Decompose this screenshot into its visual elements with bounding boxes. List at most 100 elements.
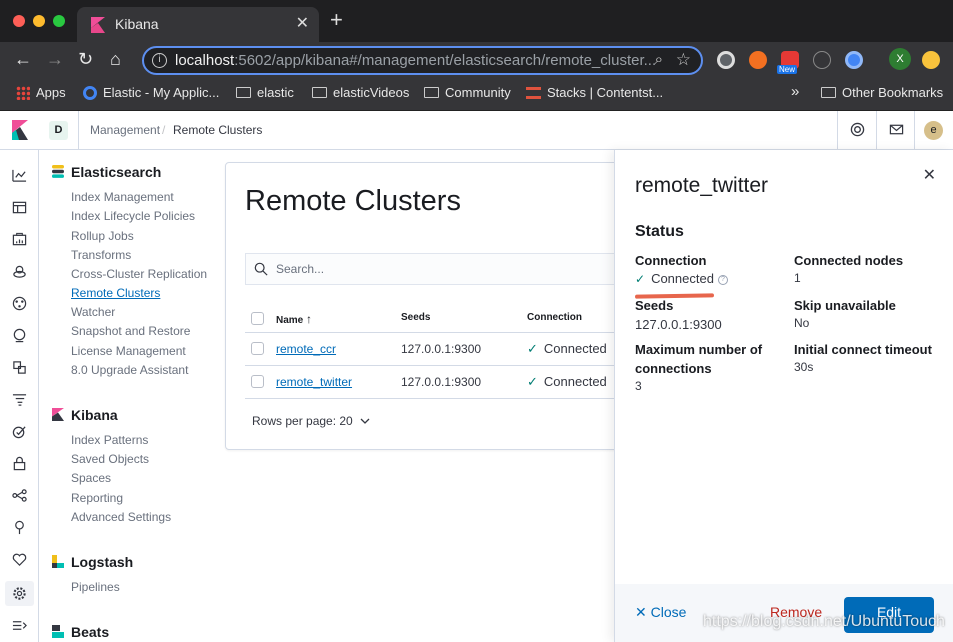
close-button[interactable]: ✕ Close: [635, 604, 686, 621]
extension-info-icon[interactable]: [813, 51, 831, 69]
nav-cross-cluster-replication[interactable]: Cross-Cluster Replication: [71, 267, 207, 281]
nav-upgrade-assistant[interactable]: 8.0 Upgrade Assistant: [71, 363, 188, 377]
forward-icon[interactable]: →: [46, 49, 64, 69]
back-icon[interactable]: ←: [14, 49, 32, 69]
space-selector[interactable]: D: [49, 121, 68, 140]
dashboard-icon[interactable]: [12, 232, 27, 247]
more-bookmarks-button[interactable]: »: [791, 83, 799, 100]
zoom-icon[interactable]: ⌕: [655, 51, 663, 68]
window-close-button[interactable]: [13, 15, 25, 27]
extension-blue-icon[interactable]: [845, 51, 863, 69]
select-all-checkbox[interactable]: [251, 312, 264, 325]
bookmark-other-bookmarks[interactable]: Other Bookmarks: [821, 85, 943, 100]
extension-orange-icon[interactable]: [749, 51, 767, 69]
bookmark-community[interactable]: Community: [424, 85, 511, 100]
canvas-icon[interactable]: [12, 264, 27, 279]
beats-logo-icon: [52, 625, 64, 638]
bookmark-elasticvideos[interactable]: elasticVideos: [312, 85, 409, 100]
tab-title: Kibana: [115, 16, 159, 32]
skip-unavailable-label: Skip unavailable: [794, 298, 896, 313]
stack-monitoring-icon[interactable]: [12, 552, 27, 567]
nav-index-patterns[interactable]: Index Patterns: [71, 433, 148, 447]
url-text[interactable]: localhost:5602/app/kibana#/management/el…: [175, 52, 656, 69]
status-heading: Status: [635, 223, 684, 240]
nav-saved-objects[interactable]: Saved Objects: [71, 452, 149, 466]
cluster-name-link[interactable]: remote_ccr: [276, 342, 336, 356]
user-avatar[interactable]: e: [924, 121, 943, 140]
newsfeed-button[interactable]: [876, 111, 915, 150]
rows-per-page-selector[interactable]: Rows per page: 20: [252, 414, 370, 428]
connect-timeout-value: 30s: [794, 360, 814, 374]
extension-yellow-icon[interactable]: [922, 51, 940, 69]
new-tab-button[interactable]: +: [330, 9, 343, 31]
infrastructure-icon[interactable]: [12, 360, 27, 375]
apm-icon[interactable]: [12, 424, 27, 439]
nav-index-management[interactable]: Index Management: [71, 190, 174, 204]
reload-icon[interactable]: ↻: [78, 49, 93, 69]
dev-tools-icon[interactable]: [12, 520, 27, 535]
profile-avatar-icon[interactable]: X: [889, 48, 911, 70]
window-maximize-button[interactable]: [53, 15, 65, 27]
uptime-icon[interactable]: [12, 488, 27, 503]
nav-spaces[interactable]: Spaces: [71, 471, 111, 485]
breadcrumb-management[interactable]: Management: [90, 123, 160, 137]
nav-license-management[interactable]: License Management: [71, 344, 186, 358]
address-bar[interactable]: i localhost:5602/app/kibana#/management/…: [142, 46, 703, 75]
nav-remote-clusters[interactable]: Remote Clusters: [71, 286, 160, 300]
search-input[interactable]: [276, 254, 616, 284]
lifebuoy-icon: [850, 122, 865, 137]
ml-icon[interactable]: [12, 328, 27, 343]
siem-lock-icon[interactable]: [12, 456, 27, 471]
site-info-icon[interactable]: i: [152, 53, 167, 68]
watermark-text: https://blog.csdn.net/UbuntuTouch: [703, 613, 945, 630]
logs-icon[interactable]: [12, 392, 27, 407]
cluster-seeds: 127.0.0.1:9300: [401, 375, 482, 389]
tab-close-icon[interactable]: ✕: [296, 13, 309, 33]
row-checkbox[interactable]: [251, 342, 264, 355]
bookmark-apps[interactable]: Apps: [16, 85, 66, 100]
kibana-logo-icon[interactable]: [12, 120, 28, 140]
max-connections-value: 3: [635, 379, 642, 393]
elastic-globe-icon: [83, 85, 97, 100]
discover-icon[interactable]: [12, 168, 27, 183]
extension-record-icon[interactable]: [717, 51, 735, 69]
help-menu-button[interactable]: [837, 111, 876, 150]
column-header-name[interactable]: Name ↑: [276, 312, 312, 326]
nav-snapshot-and-restore[interactable]: Snapshot and Restore: [71, 324, 190, 338]
maps-icon[interactable]: [12, 296, 27, 311]
bookmark-elastic[interactable]: elastic: [236, 85, 294, 100]
help-icon[interactable]: ?: [717, 274, 728, 285]
home-icon[interactable]: ⌂: [110, 49, 121, 69]
check-icon: ✓: [527, 374, 538, 389]
cluster-connection-status: ✓ Connected: [527, 341, 607, 356]
visualize-icon[interactable]: [12, 200, 27, 215]
table-row: remote_ccr 127.0.0.1:9300 ✓ Connected: [245, 333, 626, 366]
column-header-seeds: Seeds: [401, 312, 431, 323]
bookmark-elastic-my-applic[interactable]: Elastic - My Applic...: [83, 85, 219, 100]
nav-index-lifecycle-policies[interactable]: Index Lifecycle Policies: [71, 209, 195, 223]
seeds-value: 127.0.0.1:9300: [635, 317, 722, 332]
browser-tab-kibana[interactable]: Kibana ✕: [77, 7, 319, 42]
chevron-down-icon: [360, 418, 370, 424]
browser-tab-bar: Kibana ✕ +: [0, 0, 953, 42]
logstash-logo-icon: [52, 555, 64, 568]
row-checkbox[interactable]: [251, 375, 264, 388]
bookmark-star-icon[interactable]: ☆: [676, 50, 691, 70]
bookmark-stacks-contentst[interactable]: Stacks | Contentst...: [526, 85, 663, 100]
skip-unavailable-value: No: [794, 316, 810, 330]
elasticsearch-logo-icon: [52, 165, 64, 178]
remote-clusters-panel: Remote Clusters Name ↑ Seeds Connection …: [225, 162, 626, 450]
close-icon[interactable]: ✕: [923, 165, 936, 185]
nav-pipelines[interactable]: Pipelines: [71, 580, 120, 594]
section-title-kibana: Kibana: [71, 407, 118, 423]
cluster-name-link[interactable]: remote_twitter: [276, 375, 352, 389]
nav-watcher[interactable]: Watcher: [71, 305, 115, 319]
management-gear-icon[interactable]: [12, 586, 27, 601]
window-minimize-button[interactable]: [33, 15, 45, 27]
nav-transforms[interactable]: Transforms: [71, 248, 131, 262]
connected-nodes-label: Connected nodes: [794, 253, 904, 268]
collapse-nav-icon[interactable]: [12, 618, 27, 633]
nav-rollup-jobs[interactable]: Rollup Jobs: [71, 229, 134, 243]
nav-reporting[interactable]: Reporting: [71, 491, 123, 505]
nav-advanced-settings[interactable]: Advanced Settings: [71, 510, 171, 524]
